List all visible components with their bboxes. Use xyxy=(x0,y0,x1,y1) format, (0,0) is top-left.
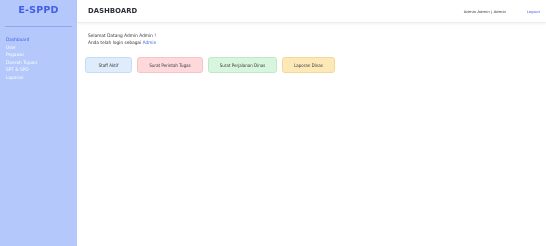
page-title: DASHBOARD xyxy=(88,7,138,15)
card-surat-perintah-tugas-label: Surat Perintah Tugas xyxy=(149,62,191,68)
welcome-section: Selamat Datang Admin Admin ! Anda telah … xyxy=(88,33,156,47)
sidebar-nav: Dashboard User Pegawai Daerah Tujuan SPT… xyxy=(0,37,77,83)
card-surat-perjalanan-dinas-label: Surat Perjalanan Dinas xyxy=(219,62,266,68)
sidebar: E-SPPD Dashboard User Pegawai Daerah Tuj… xyxy=(0,0,77,246)
card-laporan-dinas-label: Laporan Dinas xyxy=(294,62,323,68)
login-info: Anda telah login sebagai Admin xyxy=(88,40,156,47)
sidebar-item-spt-spd[interactable]: SPT & SPD xyxy=(0,67,77,75)
card-staff-aktif-label: Staff Aktif xyxy=(98,62,119,68)
sidebar-item-daerah-tujuan[interactable]: Daerah Tujuan xyxy=(0,60,77,68)
sidebar-divider xyxy=(5,26,72,27)
card-surat-perintah-tugas[interactable]: Surat Perintah Tugas xyxy=(137,57,203,73)
login-prefix: Anda telah login sebagai xyxy=(88,41,142,46)
card-surat-perjalanan-dinas[interactable]: Surat Perjalanan Dinas xyxy=(208,57,277,73)
card-staff-aktif[interactable]: Staff Aktif xyxy=(85,57,132,73)
welcome-message: Selamat Datang Admin Admin ! xyxy=(88,34,156,39)
sidebar-item-laporan[interactable]: Laporan xyxy=(0,75,77,83)
card-laporan-dinas[interactable]: Laporan Dinas xyxy=(282,57,335,73)
sidebar-item-dashboard[interactable]: Dashboard xyxy=(0,37,77,45)
topbar: DASHBOARD Admin Admin | Admin Logout xyxy=(77,0,546,23)
sidebar-item-pegawai[interactable]: Pegawai xyxy=(0,52,77,60)
logout-link[interactable]: Logout xyxy=(527,9,540,14)
summary-cards: Staff Aktif Surat Perintah Tugas Surat P… xyxy=(85,57,340,73)
sidebar-item-user[interactable]: User xyxy=(0,45,77,53)
user-info: Admin Admin | Admin xyxy=(463,9,506,14)
login-role: Admin xyxy=(142,41,157,46)
brand-logo[interactable]: E-SPPD xyxy=(0,0,77,18)
